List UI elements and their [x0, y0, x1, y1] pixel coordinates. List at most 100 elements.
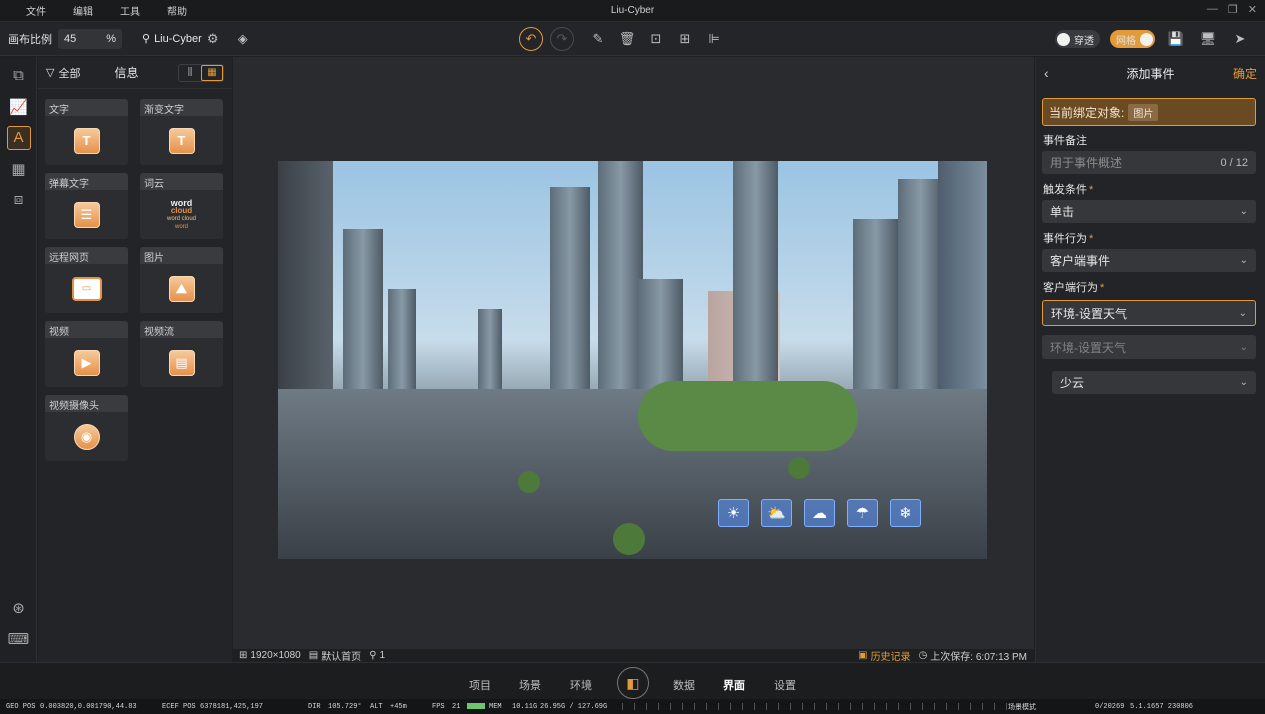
history-link[interactable]: 历史记录 — [871, 648, 911, 663]
delete-icon[interactable]: 🗑 — [616, 28, 638, 50]
timeline-track[interactable] — [622, 703, 1032, 710]
group-icon[interactable]: ⊡ — [645, 28, 667, 50]
components-icon[interactable]: ⧉ — [0, 60, 37, 91]
text-component-icon[interactable]: A — [0, 122, 37, 153]
minimize-icon[interactable]: — — [1207, 3, 1218, 16]
table-icon[interactable]: ▦ — [0, 153, 37, 184]
mem-bar — [467, 703, 485, 709]
card-label: 视频 — [45, 321, 128, 338]
weather-select[interactable]: 少云 ⌄ — [1052, 371, 1256, 394]
save-icon[interactable]: 💾 — [1165, 28, 1187, 50]
redo-icon[interactable]: ↷ — [550, 27, 574, 51]
menu-help[interactable]: 帮助 — [157, 3, 204, 18]
canvas-ratio-input[interactable]: 45 % — [58, 28, 122, 49]
dropdown-option-label: 环境-设置天气 — [1050, 340, 1126, 355]
canvas-area[interactable]: ☀ ⛅ ☁ ☂ ❄ — [233, 57, 1034, 649]
chart-icon[interactable]: 📈 — [0, 91, 37, 122]
gpu-mem-value: 26.95G / 127.69G — [540, 702, 608, 711]
alt-value: +45m — [390, 702, 407, 711]
component-card-camera[interactable]: 视频摄像头 ◉ — [45, 395, 128, 461]
component-card-image[interactable]: 图片 ⛰ — [140, 247, 223, 313]
card-label: 视频流 — [140, 321, 223, 338]
nav-environment[interactable]: 环境 — [570, 677, 592, 693]
action-select[interactable]: 客户端事件 ⌄ — [1042, 249, 1256, 272]
toolbar: 画布比例 45 % ⚲ Liu-Cyber ⚙ ◈ ↶ ↷ ✎ 🗑 ⊡ ⊞ ⊫ … — [0, 22, 1265, 56]
client-action-value: 环境-设置天气 — [1051, 306, 1127, 321]
list-view-icon[interactable]: ⫼ — [179, 65, 201, 81]
card-label: 视频摄像头 — [45, 395, 128, 412]
menu-tools[interactable]: 工具 — [110, 3, 157, 18]
filter-icon: ▽ — [46, 67, 55, 79]
component-card-text[interactable]: 文字 T — [45, 99, 128, 165]
penetrate-toggle[interactable]: 穿透 — [1055, 30, 1100, 48]
keyboard-icon[interactable]: ⌨ — [0, 623, 37, 654]
alt-label: ALT — [370, 702, 383, 711]
sunny-icon[interactable]: ☀ — [718, 499, 749, 527]
nav-project[interactable]: 项目 — [469, 677, 491, 693]
link-icon: ⚲ — [142, 33, 151, 45]
component-card-gradient-text[interactable]: 渐变文字 T — [140, 99, 223, 165]
geo-pos-label: GEO POS — [6, 702, 36, 711]
shapes-icon[interactable]: ⧈ — [0, 184, 37, 215]
confirm-button[interactable]: 确定 — [1233, 65, 1257, 82]
card-label: 词云 — [140, 173, 223, 190]
filter-all[interactable]: ▽ 全部 — [46, 65, 80, 81]
client-action-select[interactable]: 环境-设置天气 ⌄ — [1042, 300, 1256, 326]
ungroup-icon[interactable]: ⊞ — [674, 28, 696, 50]
dir-label: DIR — [308, 702, 321, 711]
undo-icon[interactable]: ↶ — [519, 27, 543, 51]
event-note-input[interactable]: 用于事件概述 0 / 12 — [1042, 151, 1256, 174]
project-selector[interactable]: ⚲ Liu-Cyber — [142, 32, 202, 46]
ecef-value: 6378181,425,197 — [200, 702, 264, 711]
left-rail: ⧉ 📈 A ▦ ⧈ ⊛ ⌨ — [0, 57, 37, 662]
wordcloud-word-2: cloud — [170, 205, 193, 215]
preview-monitor-icon[interactable]: 🖥 — [1197, 28, 1219, 50]
scene-image[interactable]: ☀ ⛅ ☁ ☂ ❄ — [278, 161, 987, 559]
component-card-webpage[interactable]: 远程网页 ▭ — [45, 247, 128, 313]
partly-cloudy-icon[interactable]: ⛅ — [761, 499, 792, 527]
globe-settings-icon[interactable]: ⊛ — [0, 592, 37, 623]
trigger-label-text: 触发条件 — [1043, 184, 1087, 196]
align-icon[interactable]: ⊫ — [703, 28, 725, 50]
rail-bottom: ⊛ ⌨ — [0, 592, 37, 654]
menu-file[interactable]: 文件 — [16, 3, 63, 18]
nav-scene[interactable]: 场景 — [519, 677, 541, 693]
publish-send-icon[interactable]: ➤ — [1229, 28, 1251, 50]
menu-edit[interactable]: 编辑 — [63, 3, 110, 18]
nav-interface[interactable]: 界面 — [723, 677, 745, 693]
close-icon[interactable]: ✕ — [1248, 3, 1257, 16]
settings-sliders-icon[interactable]: ⚙ — [202, 28, 224, 50]
card-label: 渐变文字 — [140, 99, 223, 116]
cube-home-icon[interactable]: ◧ — [617, 667, 649, 699]
default-page[interactable]: 默认首页 — [321, 648, 361, 663]
component-card-video[interactable]: 视频 ▶ — [45, 321, 128, 387]
resolution-icon: ⊞ — [239, 650, 248, 661]
event-note-label: 事件备注 — [1043, 135, 1087, 147]
component-card-barrage-text[interactable]: 弹幕文字 ☰ — [45, 173, 128, 239]
project-name: Liu-Cyber — [154, 32, 202, 45]
trigger-select[interactable]: 单击 ⌄ — [1042, 200, 1256, 223]
resolution[interactable]: 1920×1080 — [250, 650, 300, 661]
maximize-icon[interactable]: ❐ — [1228, 3, 1238, 16]
clock-icon: ◷ — [918, 650, 928, 661]
required-mark: * — [1089, 184, 1094, 196]
canvas-ratio-unit: % — [106, 32, 116, 45]
nav-data[interactable]: 数据 — [673, 677, 695, 693]
nav-settings[interactable]: 设置 — [774, 677, 796, 693]
component-card-video-stream[interactable]: 视频流 ▤ — [140, 321, 223, 387]
back-chevron-icon[interactable]: ‹ — [1044, 65, 1049, 81]
pin-count: 1 — [379, 650, 386, 661]
brush-icon[interactable]: ✎ — [587, 28, 609, 50]
snow-icon[interactable]: ❄ — [890, 499, 921, 527]
canvas-ratio-value: 45 — [64, 32, 77, 45]
camera-icon: ◉ — [73, 423, 100, 450]
rain-icon[interactable]: ☂ — [847, 499, 878, 527]
fps-label: FPS — [432, 702, 445, 711]
cloudy-icon[interactable]: ☁ — [804, 499, 835, 527]
toggle-knob — [1140, 32, 1153, 46]
grid-view-icon[interactable]: ▦ — [201, 64, 223, 81]
component-card-word-cloud[interactable]: 词云 word cloud word cloud word — [140, 173, 223, 239]
snap-toggle[interactable]: 网格 — [1110, 30, 1155, 48]
layers-icon[interactable]: ◈ — [232, 28, 254, 50]
dropdown-option[interactable]: 环境-设置天气 ⌄ — [1042, 335, 1256, 359]
